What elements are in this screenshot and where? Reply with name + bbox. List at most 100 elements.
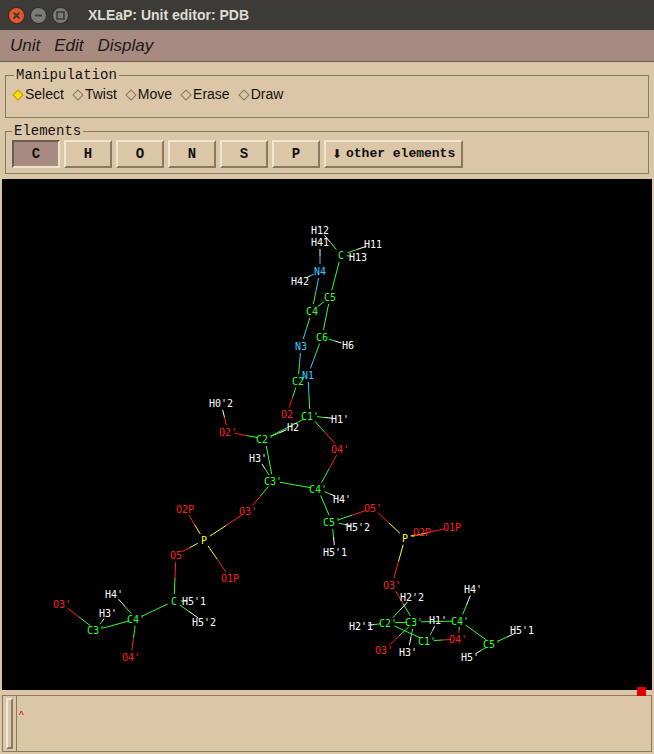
atom-label[interactable]: O5' xyxy=(364,503,382,514)
atom-label[interactable]: H4' xyxy=(333,494,351,505)
atom-label[interactable]: H2'2 xyxy=(400,592,424,603)
mode-radio[interactable]: Draw xyxy=(240,84,284,105)
molecule-view[interactable]: H12H41CH11H13N4H42C5C4C6H6N3N1C2O2C1'H1'… xyxy=(2,179,652,677)
radio-indicator[interactable] xyxy=(125,89,136,100)
radio-indicator[interactable] xyxy=(72,89,83,100)
atom-label[interactable]: C2 xyxy=(292,376,304,387)
element-button[interactable]: H xyxy=(64,140,112,168)
atom-label[interactable]: H41 xyxy=(311,237,329,248)
atom-label[interactable]: O3' xyxy=(239,506,257,517)
radio-indicator[interactable] xyxy=(180,89,191,100)
bond xyxy=(262,464,269,475)
atom-label[interactable]: C3' xyxy=(405,617,423,628)
atom-label[interactable]: H2'1 xyxy=(349,621,373,632)
console-scrollbar[interactable] xyxy=(3,696,17,751)
atom-label[interactable]: O1P xyxy=(443,522,461,533)
atom-label[interactable]: O4' xyxy=(122,652,140,663)
atom-label[interactable]: H12 xyxy=(311,225,329,236)
atom-label[interactable]: C xyxy=(338,250,344,261)
atom-label[interactable]: C2' xyxy=(256,434,274,445)
atom-label[interactable]: C3' xyxy=(87,625,105,636)
atom-label[interactable]: C6 xyxy=(316,332,328,343)
atom-label[interactable]: H1' xyxy=(331,414,349,425)
atom-label[interactable]: H3' xyxy=(399,647,417,658)
atom-label[interactable]: H42 xyxy=(291,276,309,287)
mode-radio[interactable]: Twist xyxy=(74,84,117,105)
bond xyxy=(299,353,301,374)
atom-label[interactable]: C1' xyxy=(418,636,436,647)
atom-label[interactable]: H4' xyxy=(464,584,482,595)
element-button[interactable]: N xyxy=(168,140,216,168)
mode-radio[interactable]: Select xyxy=(14,84,64,105)
atom-label[interactable]: P xyxy=(402,533,408,544)
bond xyxy=(280,482,311,488)
atom-label[interactable]: C5' xyxy=(483,639,501,650)
atom-label[interactable]: H1' xyxy=(429,615,447,626)
other-elements-button[interactable]: ⬇other elements xyxy=(324,140,463,168)
atom-label[interactable]: C4' xyxy=(309,484,327,495)
atom-label[interactable]: N4 xyxy=(314,266,326,277)
atom-label[interactable]: O3' xyxy=(383,580,401,591)
bond xyxy=(394,545,403,579)
menu-bar: Unit Edit Display xyxy=(0,30,654,62)
atom-label[interactable]: H3' xyxy=(249,453,267,464)
element-button[interactable]: O xyxy=(116,140,164,168)
atom-label[interactable]: C5' xyxy=(323,517,341,528)
atom-label[interactable]: H11 xyxy=(364,239,382,250)
atom-label[interactable]: H5' xyxy=(461,652,479,663)
mode-label: Select xyxy=(25,84,64,105)
menu-item[interactable]: Edit xyxy=(54,33,83,59)
atom-label[interactable]: N3 xyxy=(295,341,307,352)
atom-label[interactable]: O3' xyxy=(375,645,393,656)
radio-indicator[interactable] xyxy=(12,89,23,100)
atom-label[interactable]: C4' xyxy=(127,614,145,625)
atom-label[interactable]: H6 xyxy=(342,340,354,351)
atom-label[interactable]: H5'1 xyxy=(323,547,347,558)
atom-label[interactable]: O1P xyxy=(221,573,239,584)
atom-label[interactable]: P xyxy=(201,535,207,546)
atom-label[interactable]: O5 xyxy=(170,550,182,561)
atom-label[interactable]: O2' xyxy=(219,427,237,438)
element-button[interactable]: C xyxy=(12,140,60,168)
atom-label[interactable]: O4' xyxy=(449,634,467,645)
atom-label[interactable]: O2 xyxy=(281,409,293,420)
bond xyxy=(378,513,400,533)
bond xyxy=(119,599,132,613)
menu-item[interactable]: Unit xyxy=(10,33,40,59)
atom-label[interactable]: C xyxy=(171,596,177,607)
atom-label[interactable]: H3' xyxy=(99,608,117,619)
atom-label[interactable]: C2' xyxy=(379,618,397,629)
molecule-canvas[interactable]: H12H41CH11H13N4H42C5C4C6H6N3N1C2O2C1'H1'… xyxy=(2,179,652,690)
radio-indicator[interactable] xyxy=(238,89,249,100)
element-button[interactable]: P xyxy=(272,140,320,168)
minimize-button[interactable] xyxy=(30,7,47,24)
console-text[interactable]: ^ xyxy=(17,696,651,751)
atom-label[interactable]: C3' xyxy=(264,476,282,487)
maximize-icon xyxy=(52,7,69,24)
atom-label[interactable]: C1' xyxy=(301,411,319,422)
bond xyxy=(223,410,227,425)
atom-label[interactable]: C4 xyxy=(306,306,318,317)
bond xyxy=(323,304,328,330)
atom-label[interactable]: C4' xyxy=(451,616,469,627)
atom-label[interactable]: O2P xyxy=(413,527,431,538)
scrollbar-thumb[interactable] xyxy=(6,698,13,749)
atom-label[interactable]: H4' xyxy=(105,589,123,600)
atom-label[interactable]: H13 xyxy=(349,252,367,263)
atom-label[interactable]: O3' xyxy=(53,599,71,610)
mode-radio[interactable]: Erase xyxy=(182,84,230,105)
menu-item[interactable]: Display xyxy=(98,33,154,59)
atom-label[interactable]: H5'2 xyxy=(346,522,370,533)
atom-label[interactable]: C5 xyxy=(324,292,336,303)
atom-label[interactable]: H0'2 xyxy=(209,398,233,409)
atom-label[interactable]: H5'1 xyxy=(510,625,534,636)
element-button[interactable]: S xyxy=(220,140,268,168)
close-button[interactable] xyxy=(8,7,25,24)
atom-label[interactable]: H2 xyxy=(287,422,299,433)
atom-label[interactable]: O4' xyxy=(331,444,349,455)
atom-label[interactable]: H5'2 xyxy=(192,617,216,628)
atom-label[interactable]: H5'1 xyxy=(182,596,206,607)
mode-radio[interactable]: Move xyxy=(127,84,172,105)
maximize-button[interactable] xyxy=(52,7,69,24)
atom-label[interactable]: O2P xyxy=(176,504,194,515)
